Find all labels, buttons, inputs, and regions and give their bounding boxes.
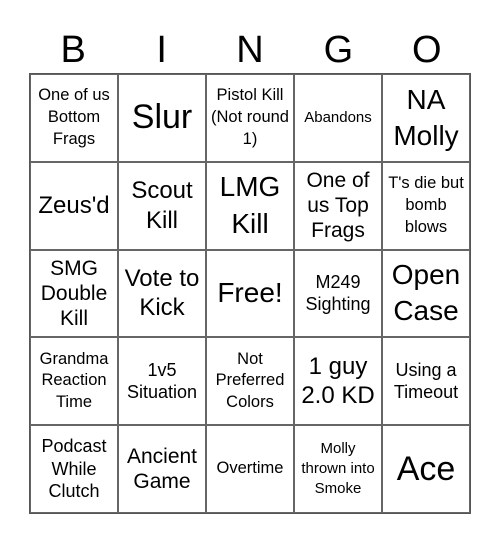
header-letter-o: O <box>412 29 442 71</box>
bingo-cell-r2-c3[interactable]: LMG Kill <box>206 161 294 250</box>
bingo-cell-r1-c2[interactable]: Slur <box>118 74 206 162</box>
bingo-cell-r1-c3[interactable]: Pistol Kill (Not round 1) <box>206 74 294 162</box>
bingo-cell-r1-c5[interactable]: NA Molly <box>382 74 470 162</box>
bingo-cell-r2-c4[interactable]: One of us Top Frags <box>294 161 382 250</box>
bingo-cell-r4-c2[interactable]: 1v5 Situation <box>118 337 206 426</box>
bingo-cell-r2-c1[interactable]: Zeus'd <box>30 161 118 250</box>
bingo-cell-r2-c5[interactable]: T's die but bomb blows <box>382 161 470 250</box>
bingo-cell-r5-c4[interactable]: Molly thrown into Smoke <box>294 425 382 513</box>
bingo-cell-r5-c3[interactable]: Overtime <box>206 425 294 513</box>
bingo-cell-r5-c1[interactable]: Podcast While Clutch <box>30 425 118 513</box>
header-letter-b: B <box>60 29 86 71</box>
bingo-cell-r4-c1[interactable]: Grandma Reaction Time <box>30 337 118 426</box>
header-letter-n: N <box>236 29 264 71</box>
bingo-header: B I N G O <box>29 28 471 73</box>
bingo-cell-r5-c2[interactable]: Ancient Game <box>118 425 206 513</box>
bingo-grid: One of us Bottom Frags Slur Pistol Kill … <box>29 73 471 514</box>
bingo-cell-r3-c3[interactable]: Free! <box>206 249 294 338</box>
bingo-cell-r3-c1[interactable]: SMG Double Kill <box>30 249 118 338</box>
bingo-cell-r4-c3[interactable]: Not Preferred Colors <box>206 337 294 426</box>
bingo-cell-r3-c4[interactable]: M249 Sighting <box>294 249 382 338</box>
bingo-cell-r5-c5[interactable]: Ace <box>382 425 470 513</box>
bingo-cell-r1-c1[interactable]: One of us Bottom Frags <box>30 74 118 162</box>
header-letter-g: G <box>323 29 354 71</box>
bingo-cell-r3-c2[interactable]: Vote to Kick <box>118 249 206 338</box>
bingo-cell-r3-c5[interactable]: Open Case <box>382 249 470 338</box>
bingo-cell-r4-c5[interactable]: Using a Timeout <box>382 337 470 426</box>
bingo-cell-r4-c4[interactable]: 1 guy 2.0 KD <box>294 337 382 426</box>
header-letter-i: I <box>156 29 167 71</box>
bingo-cell-r1-c4[interactable]: Abandons <box>294 74 382 162</box>
bingo-cell-r2-c2[interactable]: Scout Kill <box>118 161 206 250</box>
